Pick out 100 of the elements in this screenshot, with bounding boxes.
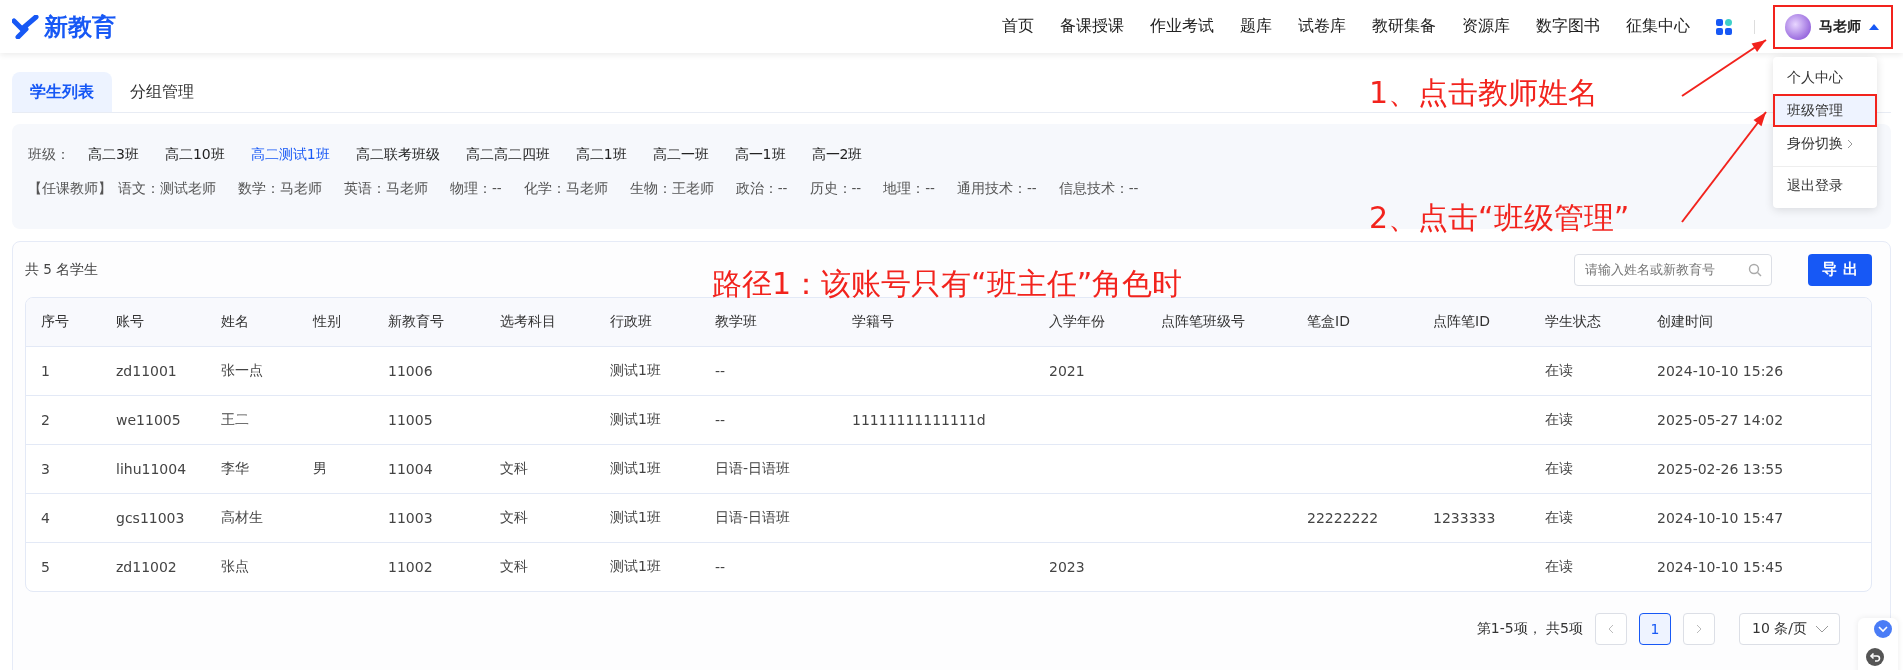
caret-icon	[1869, 23, 1879, 30]
search-field[interactable]: 请输入姓名或新教育号	[1574, 253, 1772, 286]
chevron-down-icon	[1815, 625, 1829, 633]
table-cell-text: 2024-10-10 15:45	[1656, 559, 1785, 575]
chevron-left-icon	[1608, 624, 1614, 634]
class-option[interactable]: 高二3班	[88, 146, 139, 164]
column-header: 学生状态	[1544, 313, 1602, 331]
user-menu-button[interactable]: 马老师	[1773, 4, 1893, 49]
column-header: 点阵笔班级号	[1160, 313, 1246, 331]
table-cell-text: we11005	[115, 412, 182, 428]
column-header: 入学年份	[1048, 313, 1106, 331]
nav-link[interactable]: 作业考试	[1150, 16, 1214, 37]
tab[interactable]: 学生列表	[12, 72, 112, 112]
table-cell-text: 2021	[1048, 363, 1086, 379]
table-cell-text: --	[714, 559, 727, 575]
table-cell-text: 4	[40, 510, 51, 526]
table-cell-text: gcs11003	[115, 510, 186, 526]
table-cell-text: 测试1班	[609, 558, 662, 576]
page-size-select[interactable]: 10 条/页	[1739, 613, 1840, 645]
column-header: 新教育号	[387, 313, 445, 331]
logo-text[interactable]: 新教育	[44, 10, 116, 43]
undo-icon[interactable]	[1866, 648, 1884, 666]
table-cell-text: 5	[40, 559, 51, 575]
table-cell-text: 11003	[387, 510, 434, 526]
teacher-info: 英语：马老师	[344, 180, 428, 198]
table-cell-text: --	[714, 412, 727, 428]
table-cell-text: 王二	[220, 411, 250, 429]
column-header: 性别	[311, 313, 342, 331]
table-cell-text: 11006	[387, 363, 434, 379]
annotation-text: 1、点击教师姓名	[1369, 74, 1599, 112]
column-header: 教学班	[714, 313, 758, 331]
teacher-info: 政治：--	[735, 180, 788, 198]
table-cell-text: 1	[40, 363, 51, 379]
class-option[interactable]: 高二一班	[652, 146, 709, 164]
avatar	[1785, 13, 1811, 40]
table-cell-text: 文科	[499, 460, 529, 478]
table-cell-text: zd11002	[115, 559, 178, 575]
teacher-info: 语文：测试老师	[118, 180, 216, 198]
table-cell-text: 在读	[1544, 411, 1574, 429]
table-cell-text: 张一点	[220, 362, 264, 380]
search-icon	[1748, 262, 1762, 277]
page-button[interactable]: 1	[1639, 613, 1671, 645]
table-cell-text: 3	[40, 461, 51, 477]
table-cell-text: 11002	[387, 559, 434, 575]
menu-item[interactable]: 身份切换	[1773, 127, 1877, 160]
table-cell-text: 11111111111111d	[851, 412, 987, 428]
class-option[interactable]: 高二1班	[575, 146, 627, 164]
table-cell-text: zd11001	[115, 363, 178, 379]
teacher-info: 地理：--	[883, 180, 935, 198]
teacher-info: 物理：--	[450, 180, 502, 198]
table-cell-text: 测试1班	[609, 362, 662, 380]
table-cell-text: 测试1班	[609, 411, 662, 429]
logo-icon	[12, 14, 40, 39]
table-cell-text: 张点	[220, 558, 250, 576]
table-cell-text: 11005	[387, 412, 434, 428]
table-cell-text: 2	[40, 412, 51, 428]
teacher-info: 化学：马老师	[523, 180, 608, 198]
nav-link[interactable]: 资源库	[1462, 16, 1510, 37]
class-option[interactable]: 高二10班	[164, 146, 225, 164]
annotation-text: 2、点击“班级管理”	[1369, 199, 1630, 237]
nav-link[interactable]: 教研集备	[1372, 16, 1436, 37]
column-header: 账号	[115, 313, 145, 331]
pagination-summary: 第1-5项， 共5项	[1476, 620, 1583, 638]
teacher-info: 信息技术：--	[1058, 180, 1139, 198]
teacher-info: 历史：--	[809, 180, 862, 198]
class-option[interactable]: 高二联考班级	[355, 146, 440, 164]
tab[interactable]: 分组管理	[112, 72, 212, 112]
column-header: 点阵笔ID	[1432, 313, 1491, 331]
nav-link[interactable]: 征集中心	[1626, 16, 1690, 37]
class-option[interactable]: 高一2班	[811, 146, 863, 164]
class-option[interactable]: 高二高二四班	[465, 146, 550, 164]
export-button[interactable]: 导 出	[1808, 253, 1872, 286]
nav-link[interactable]: 备课授课	[1060, 16, 1124, 37]
table-cell-text: 1233333	[1432, 510, 1497, 526]
menu-item[interactable]: 班级管理	[1773, 94, 1877, 127]
student-count: 共 5 名学生	[25, 260, 99, 279]
table-cell-text: lihu11004	[115, 461, 188, 477]
table-cell-text: 在读	[1544, 460, 1574, 478]
table-cell-text: 日语-日语班	[714, 509, 792, 527]
nav-link[interactable]: 题库	[1240, 16, 1272, 37]
column-header: 学籍号	[851, 313, 895, 331]
teacher-info: 通用技术：--	[957, 180, 1037, 198]
table-cell-text: 2023	[1048, 559, 1086, 575]
class-option[interactable]: 高一1班	[734, 146, 786, 164]
nav-link[interactable]: 数字图书	[1536, 16, 1600, 37]
nav-link[interactable]: 首页	[1002, 16, 1034, 37]
table-cell-text: 2024-10-10 15:26	[1656, 363, 1785, 379]
nav-link[interactable]: 试卷库	[1298, 16, 1346, 37]
collapse-icon[interactable]	[1874, 620, 1892, 638]
column-header: 姓名	[220, 313, 250, 331]
class-option[interactable]: 高二测试1班	[250, 146, 330, 164]
table-cell-text: 在读	[1544, 558, 1574, 576]
table-cell-text: 测试1班	[609, 460, 662, 478]
column-header: 笔盒ID	[1306, 313, 1351, 331]
menu-item[interactable]: 个人中心	[1773, 61, 1877, 94]
table-cell-text: 11004	[387, 461, 434, 477]
table-cell-text: 文科	[499, 558, 529, 576]
apps-icon[interactable]	[1716, 18, 1732, 35]
column-header: 序号	[40, 313, 70, 331]
table-cell-text: 日语-日语班	[714, 460, 792, 478]
